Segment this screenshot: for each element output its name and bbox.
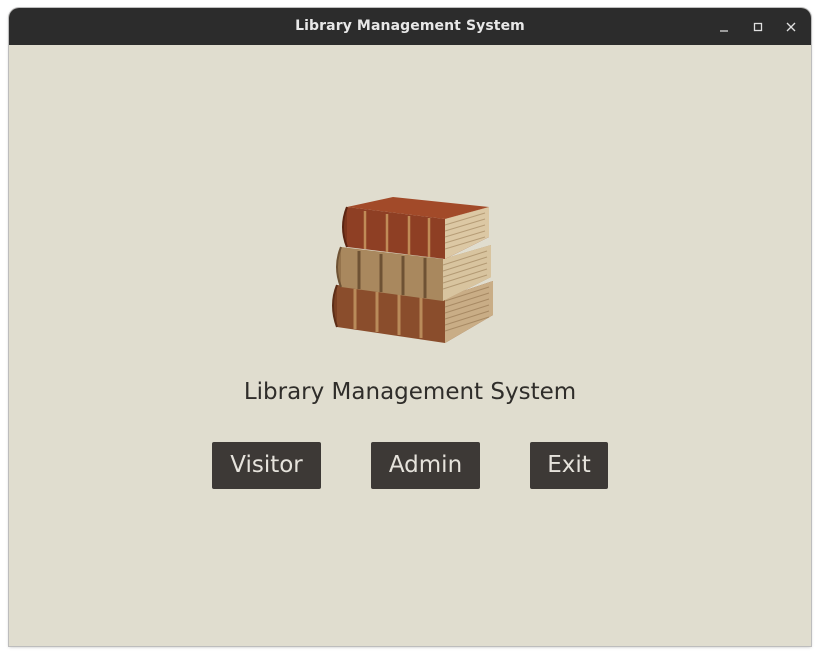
main-content: Library Management System Visitor Admin … [9,45,811,646]
app-title: Library Management System [243,379,577,405]
admin-button[interactable]: Admin [371,442,480,489]
maximize-button[interactable] [748,17,768,37]
close-icon [786,22,796,32]
app-window: Library Management System Library Manage… [9,8,811,646]
book-stack-icon [332,197,493,343]
visitor-button[interactable]: Visitor [212,442,321,489]
minimize-icon [720,30,728,32]
exit-button[interactable]: Exit [530,442,608,489]
title-bar[interactable]: Library Management System [9,8,811,45]
maximize-icon [753,22,763,32]
close-button[interactable] [781,17,801,37]
minimize-button[interactable] [714,17,734,37]
window-title: Library Management System [295,18,525,34]
